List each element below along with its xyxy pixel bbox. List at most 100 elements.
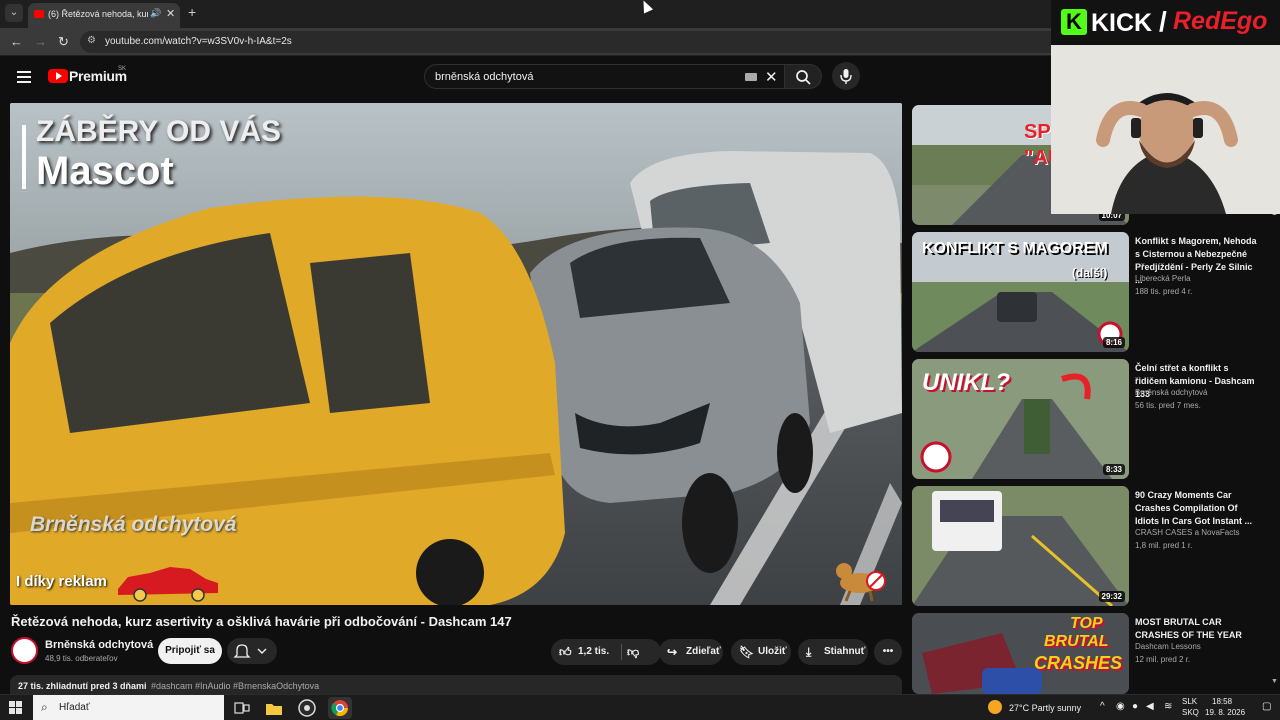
like-divider: [621, 644, 622, 660]
microphone-icon: [840, 69, 852, 84]
keyboard-layout-2[interactable]: SKQ: [1182, 708, 1199, 717]
recommended-channel[interactable]: Liberecká Perla: [1135, 274, 1191, 283]
speaker-tray-icon[interactable]: ◀: [1146, 701, 1154, 712]
recommended-channel[interactable]: Dashcam Lessons: [1135, 642, 1201, 651]
recommended-meta: 56 tis. pred 7 mes.: [1135, 401, 1201, 410]
dog-mascot-icon: [836, 563, 886, 602]
thumbs-down-icon[interactable]: 👎︎: [627, 639, 639, 665]
reload-icon[interactable]: ↻: [58, 34, 69, 50]
save-label: Uložiť: [758, 646, 787, 657]
clock-time[interactable]: 18:58: [1212, 697, 1232, 706]
bookmark-icon: 🔖︎: [739, 645, 755, 659]
more-actions-button[interactable]: •••: [874, 639, 902, 665]
join-button[interactable]: Pripojiť sa: [158, 638, 222, 664]
scroll-down-icon[interactable]: ▼: [1271, 678, 1278, 685]
download-icon: ⤓: [806, 645, 812, 659]
recommended-title[interactable]: 90 Crazy Moments Car Crashes Compilation…: [1135, 489, 1261, 528]
more-dots-icon: •••: [882, 646, 894, 657]
video-duration: 8:33: [1102, 464, 1125, 475]
recommended-meta: 188 tis. pred 4 r.: [1135, 287, 1193, 296]
channel-subscribers: 48,9 tis. odberateľov: [45, 654, 118, 663]
channel-avatar[interactable]: [11, 637, 38, 664]
recommended-title[interactable]: MOST BRUTAL CAR CRASHES OF THE YEAR: [1135, 616, 1261, 642]
video-duration: 29:32: [1098, 591, 1125, 602]
video-player[interactable]: ZÁBĚRY OD VÁS Mascot Brněnská odchytová …: [10, 103, 902, 605]
video-watermark: Brněnská odchytová: [30, 513, 237, 536]
channel-name[interactable]: Brněnská odchytová: [45, 639, 153, 651]
red-car-icon: [118, 567, 218, 602]
notifications-tray-icon[interactable]: ▢: [1262, 701, 1271, 712]
search-button[interactable]: [784, 64, 822, 89]
recommended-channel[interactable]: Brněnská odchytová: [1135, 388, 1208, 397]
youtube-favicon-icon: [34, 10, 44, 18]
share-arrow-icon: ↪: [667, 645, 678, 659]
video-overlay-title: ZÁBĚRY OD VÁS: [36, 115, 282, 148]
browser-tab-active[interactable]: (6) Řetězová nehoda, kurz a 🔊 ✕: [28, 3, 180, 28]
recommended-meta: 12 mil. pred 2 r.: [1135, 655, 1191, 664]
notifications-button[interactable]: [227, 638, 277, 664]
new-tab-button[interactable]: +: [188, 4, 196, 20]
share-button[interactable]: ↪ Zdieľať: [659, 639, 723, 665]
search-input[interactable]: brněnská odchytová ✕: [424, 64, 786, 89]
video-thumbnail[interactable]: KONFLIKT S MAGOREM (další) 8:16: [912, 232, 1129, 352]
search-query-text[interactable]: brněnská odchytová: [435, 71, 533, 83]
windows-start-icon[interactable]: [9, 701, 23, 715]
taskbar-search-placeholder: Hľadať: [59, 702, 90, 713]
file-explorer-icon[interactable]: [262, 697, 286, 719]
page-scrollbar[interactable]: ▲ ▼: [1271, 210, 1278, 688]
overlay-title-bar: [22, 125, 26, 189]
weather-text[interactable]: 27°C Partly sunny: [1009, 703, 1081, 713]
download-label: Stiahnuť: [824, 646, 866, 657]
omnibox[interactable]: ⚙ youtube.com/watch?v=w3SV0v-h-IA&t=2s: [80, 31, 1080, 53]
recommended-video[interactable]: UNIKL? 8:33 Čelní střet a konflikt s řid…: [912, 359, 1262, 479]
video-overlay-subtitle: Mascot: [36, 149, 174, 193]
download-button[interactable]: ⤓ Stiahnuť: [798, 639, 868, 665]
video-thumbnail[interactable]: UNIKL? 8:33: [912, 359, 1129, 479]
weather-sun-icon[interactable]: [988, 700, 1002, 714]
video-thumbnail[interactable]: TOP BRUTAL CRASHES: [912, 613, 1129, 694]
webcam-overlay: K KICK / RedEgo: [1051, 0, 1280, 214]
menu-icon[interactable]: [17, 71, 31, 83]
recommended-video[interactable]: 29:32 90 Crazy Moments Car Crashes Compi…: [912, 486, 1262, 606]
thumbnail-text: (další): [1072, 266, 1108, 280]
description-tags[interactable]: #dashcam #InAudio #BrnenskaOdchytova: [151, 681, 319, 691]
obs-app-icon[interactable]: [295, 697, 319, 719]
search-icon: ⌕: [41, 700, 48, 714]
youtube-logo-icon[interactable]: [48, 69, 68, 83]
video-title: Řetězová nehoda, kurz asertivity a oškli…: [11, 614, 512, 629]
screen: ⌄ (6) Řetězová nehoda, kurz a 🔊 ✕ + ← → …: [0, 0, 1280, 720]
taskbar-search-input[interactable]: ⌕ Hľadať: [33, 695, 224, 720]
thumbs-up-icon[interactable]: 👍︎: [559, 639, 572, 665]
tab-close-icon[interactable]: ✕: [166, 7, 175, 20]
clock-date[interactable]: 19. 8. 2026: [1205, 708, 1245, 717]
description-box[interactable]: 27 tis. zhliadnutí pred 3 dňami #dashcam…: [10, 675, 902, 695]
clear-search-icon[interactable]: ✕: [765, 68, 778, 86]
network-icon[interactable]: ◉: [1116, 701, 1125, 712]
site-info-icon[interactable]: ⚙: [87, 35, 96, 46]
voice-search-button[interactable]: [832, 62, 860, 90]
tab-list-button[interactable]: ⌄: [5, 4, 23, 22]
like-count[interactable]: 1,2 tis.: [578, 639, 609, 665]
thumbnail-text: TOP: [1070, 615, 1103, 632]
recommended-video[interactable]: KONFLIKT S MAGOREM (další) 8:16 Konflikt…: [912, 232, 1262, 352]
speaker-icon[interactable]: 🔊: [150, 8, 161, 19]
recommended-channel[interactable]: CRASH CASES a NovaFacts: [1135, 528, 1239, 537]
thumbnail-text: BRUTAL: [1044, 633, 1109, 650]
video-thumbnail[interactable]: 29:32: [912, 486, 1129, 606]
keyboard-icon[interactable]: [745, 73, 757, 81]
forward-arrow-icon[interactable]: →: [34, 34, 47, 49]
video-overlay-ad-text: I díky reklam: [16, 573, 107, 590]
tab-title: (6) Řetězová nehoda, kurz a: [48, 9, 148, 19]
save-button[interactable]: 🔖︎ Uložiť: [731, 639, 791, 665]
wifi-icon[interactable]: ≋: [1164, 701, 1172, 712]
keyboard-layout-1[interactable]: SLK: [1182, 697, 1197, 706]
url-text[interactable]: youtube.com/watch?v=w3SV0v-h-IA&t=2s: [105, 36, 292, 47]
back-arrow-icon[interactable]: ←: [10, 34, 23, 49]
recommended-video[interactable]: TOP BRUTAL CRASHES MOST BRUTAL CAR CRASH…: [912, 613, 1262, 694]
microphone-tray-icon[interactable]: ●: [1132, 701, 1138, 712]
windows-taskbar: ⌕ Hľadať 27°C Partly sunny ^ ◉ ● ◀ ≋ SLK…: [0, 694, 1280, 720]
chrome-app-icon[interactable]: [328, 697, 352, 719]
task-view-icon[interactable]: [230, 697, 254, 719]
tray-chevron-icon[interactable]: ^: [1100, 701, 1105, 712]
description-meta: 27 tis. zhliadnutí pred 3 dňami: [18, 681, 147, 691]
